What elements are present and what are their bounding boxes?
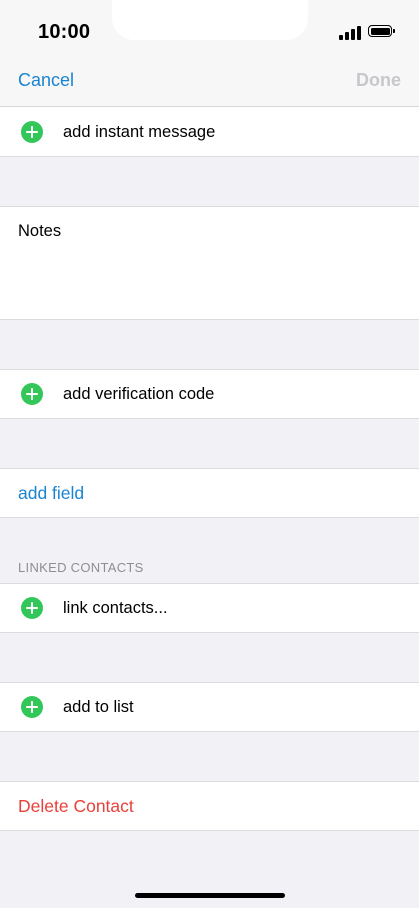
link-contacts-label: link contacts... bbox=[63, 599, 168, 617]
delete-contact-label: Delete Contact bbox=[18, 796, 134, 816]
battery-icon bbox=[368, 25, 395, 37]
notes-label: Notes bbox=[18, 222, 62, 240]
add-icon[interactable] bbox=[21, 597, 43, 619]
cellular-signal-icon bbox=[339, 24, 361, 40]
add-field-label: add field bbox=[18, 483, 85, 503]
home-indicator[interactable] bbox=[135, 893, 285, 898]
add-icon[interactable] bbox=[21, 121, 43, 143]
link-contacts-row[interactable]: link contacts... bbox=[0, 583, 419, 633]
status-bar: 10:00 bbox=[0, 0, 419, 60]
add-icon[interactable] bbox=[21, 383, 43, 405]
add-verification-code-label: add verification code bbox=[63, 385, 215, 403]
add-icon[interactable] bbox=[21, 696, 43, 718]
add-field-row[interactable]: add field bbox=[0, 468, 419, 518]
add-verification-code-row[interactable]: add verification code bbox=[0, 369, 419, 419]
add-instant-message-label: add instant message bbox=[63, 123, 216, 141]
done-button[interactable]: Done bbox=[356, 70, 401, 91]
add-to-list-row[interactable]: add to list bbox=[0, 682, 419, 732]
add-to-list-label: add to list bbox=[63, 698, 134, 716]
status-time: 10:00 bbox=[38, 21, 91, 43]
notes-field[interactable]: Notes bbox=[0, 206, 419, 320]
cancel-button[interactable]: Cancel bbox=[18, 70, 74, 91]
add-instant-message-row[interactable]: add instant message bbox=[0, 107, 419, 157]
notch bbox=[112, 0, 308, 40]
delete-contact-button[interactable]: Delete Contact bbox=[0, 781, 419, 831]
linked-contacts-header: LINKED CONTACTS bbox=[18, 560, 144, 575]
navigation-bar: Cancel Done bbox=[0, 60, 419, 107]
